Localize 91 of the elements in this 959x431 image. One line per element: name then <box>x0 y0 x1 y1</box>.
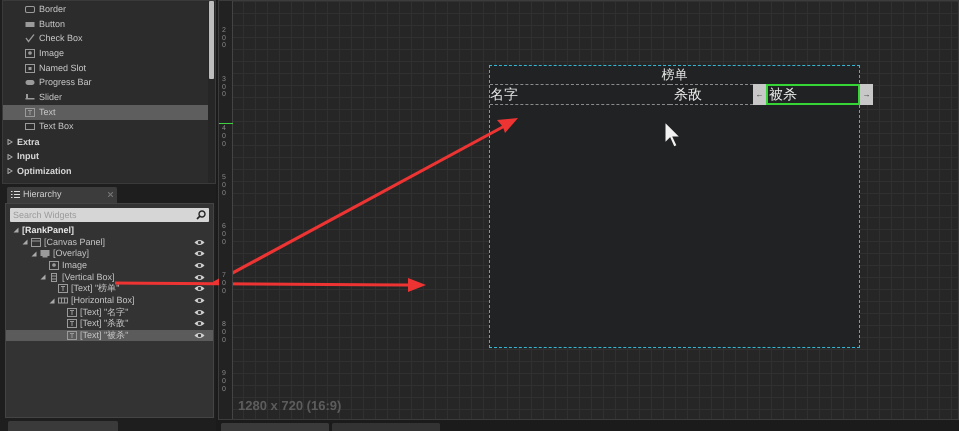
column-header[interactable]: 名字 <box>490 84 670 105</box>
expand-arrow-icon[interactable] <box>7 168 13 174</box>
palette-item[interactable]: Text <box>3 104 208 120</box>
expand-arrow-icon[interactable] <box>40 274 46 280</box>
rectangle-icon <box>25 4 35 14</box>
expand-arrow-icon[interactable] <box>49 298 55 304</box>
move-left-button[interactable]: ← <box>753 84 766 105</box>
eye-icon[interactable] <box>194 320 205 328</box>
text-icon <box>67 331 77 340</box>
category-label: Optimization <box>17 166 72 176</box>
move-right-button[interactable]: → <box>860 84 873 105</box>
palette-item[interactable]: Check Box <box>3 31 208 46</box>
list-icon <box>11 191 20 198</box>
close-icon[interactable] <box>108 192 113 198</box>
palette-item[interactable]: Button <box>3 16 208 32</box>
scroll-thumb[interactable] <box>209 1 214 79</box>
widget-name: [Text] "榜单" <box>71 284 120 294</box>
palette-label: Text <box>39 108 56 117</box>
panel-tab[interactable]: Hierarchy <box>7 186 117 203</box>
scrollbar[interactable] <box>208 1 215 183</box>
horizontal-box-icon <box>58 296 68 306</box>
expand-arrow-icon[interactable] <box>31 250 37 257</box>
palette-label: Progress Bar <box>39 78 92 88</box>
tree-row[interactable]: [Text] "杀敌" <box>6 318 213 330</box>
category-header[interactable]: Input <box>3 150 208 164</box>
progress-bar-icon <box>25 78 35 88</box>
tree-row[interactable]: Image <box>6 260 213 272</box>
widget-name: [Text] "被杀" <box>80 331 128 340</box>
expand-arrow-icon[interactable] <box>22 239 28 246</box>
image-icon <box>25 48 35 58</box>
palette-label: Border <box>39 4 66 14</box>
palette-label: Check Box <box>39 34 83 44</box>
expand-arrow-icon[interactable] <box>13 227 19 234</box>
palette-label: Image <box>39 48 64 58</box>
slider-icon <box>25 92 35 102</box>
text-box-icon <box>25 122 35 132</box>
palette-item[interactable]: Image <box>3 46 208 61</box>
search-icon[interactable] <box>196 210 206 220</box>
eye-icon[interactable] <box>194 297 205 304</box>
category-label: Extra <box>17 138 40 147</box>
widget-name: [Text] "名字" <box>80 308 128 317</box>
tree-row[interactable]: [Horizontal Box] <box>6 294 213 306</box>
text-icon <box>67 308 77 317</box>
text-icon <box>58 284 68 294</box>
eye-icon[interactable] <box>194 332 205 340</box>
widget-name: [Horizontal Box] <box>71 296 135 306</box>
eye-icon[interactable] <box>194 308 205 316</box>
tree-row[interactable]: [Text] "被杀" <box>6 330 213 342</box>
widget-name: [Overlay] <box>53 249 90 258</box>
palette-item[interactable]: Named Slot <box>3 60 208 76</box>
palette-label: Text Box <box>39 122 74 132</box>
overlay-icon <box>40 249 50 258</box>
tab-label: Hierarchy <box>23 190 62 200</box>
palette-item[interactable]: Slider <box>3 90 208 105</box>
tree-row[interactable]: [Text] "名字" <box>6 306 213 318</box>
panel-title: 榜单 <box>662 66 688 84</box>
category-header[interactable]: Extra <box>3 135 208 150</box>
palette-item[interactable]: Progress Bar <box>3 75 208 90</box>
eye-icon[interactable] <box>194 285 205 292</box>
tree-row[interactable]: [RankPanel] <box>6 224 213 236</box>
vertical-box-icon <box>49 272 59 282</box>
tree-row[interactable]: [Canvas Panel] <box>6 236 213 248</box>
category-header[interactable]: Optimization <box>3 164 208 179</box>
expand-arrow-icon[interactable] <box>7 154 13 160</box>
palette-label: Named Slot <box>39 64 86 73</box>
eye-icon[interactable] <box>194 274 205 281</box>
tree-row[interactable]: [Overlay] <box>6 248 213 260</box>
image-icon <box>49 260 59 270</box>
widget-name: [RankPanel] <box>22 226 74 235</box>
search-field[interactable]: Search Widgets <box>10 208 209 222</box>
text-icon <box>67 319 77 328</box>
widget-name: [Text] "杀敌" <box>80 319 128 328</box>
filled-bar-icon <box>25 20 35 29</box>
widget-name: [Vertical Box] <box>62 272 115 282</box>
expand-arrow-icon[interactable] <box>7 139 13 146</box>
column-header[interactable]: 被杀 <box>766 84 860 105</box>
slot-icon <box>25 64 35 73</box>
widget-name: Image <box>62 260 88 270</box>
palette-label: Slider <box>39 92 62 102</box>
cursor-icon <box>664 121 682 149</box>
category-label: Input <box>17 152 39 162</box>
eye-icon[interactable] <box>194 250 205 258</box>
palette-item[interactable]: Border <box>3 2 208 17</box>
panel-icon <box>31 238 41 247</box>
eye-icon[interactable] <box>194 238 205 246</box>
palette-item[interactable]: Text Box <box>3 120 208 134</box>
checkmark-icon <box>25 34 35 44</box>
palette-label: Button <box>39 20 66 29</box>
text-icon <box>25 108 35 117</box>
widget-name: [Canvas Panel] <box>44 238 106 247</box>
eye-icon[interactable] <box>194 262 205 269</box>
